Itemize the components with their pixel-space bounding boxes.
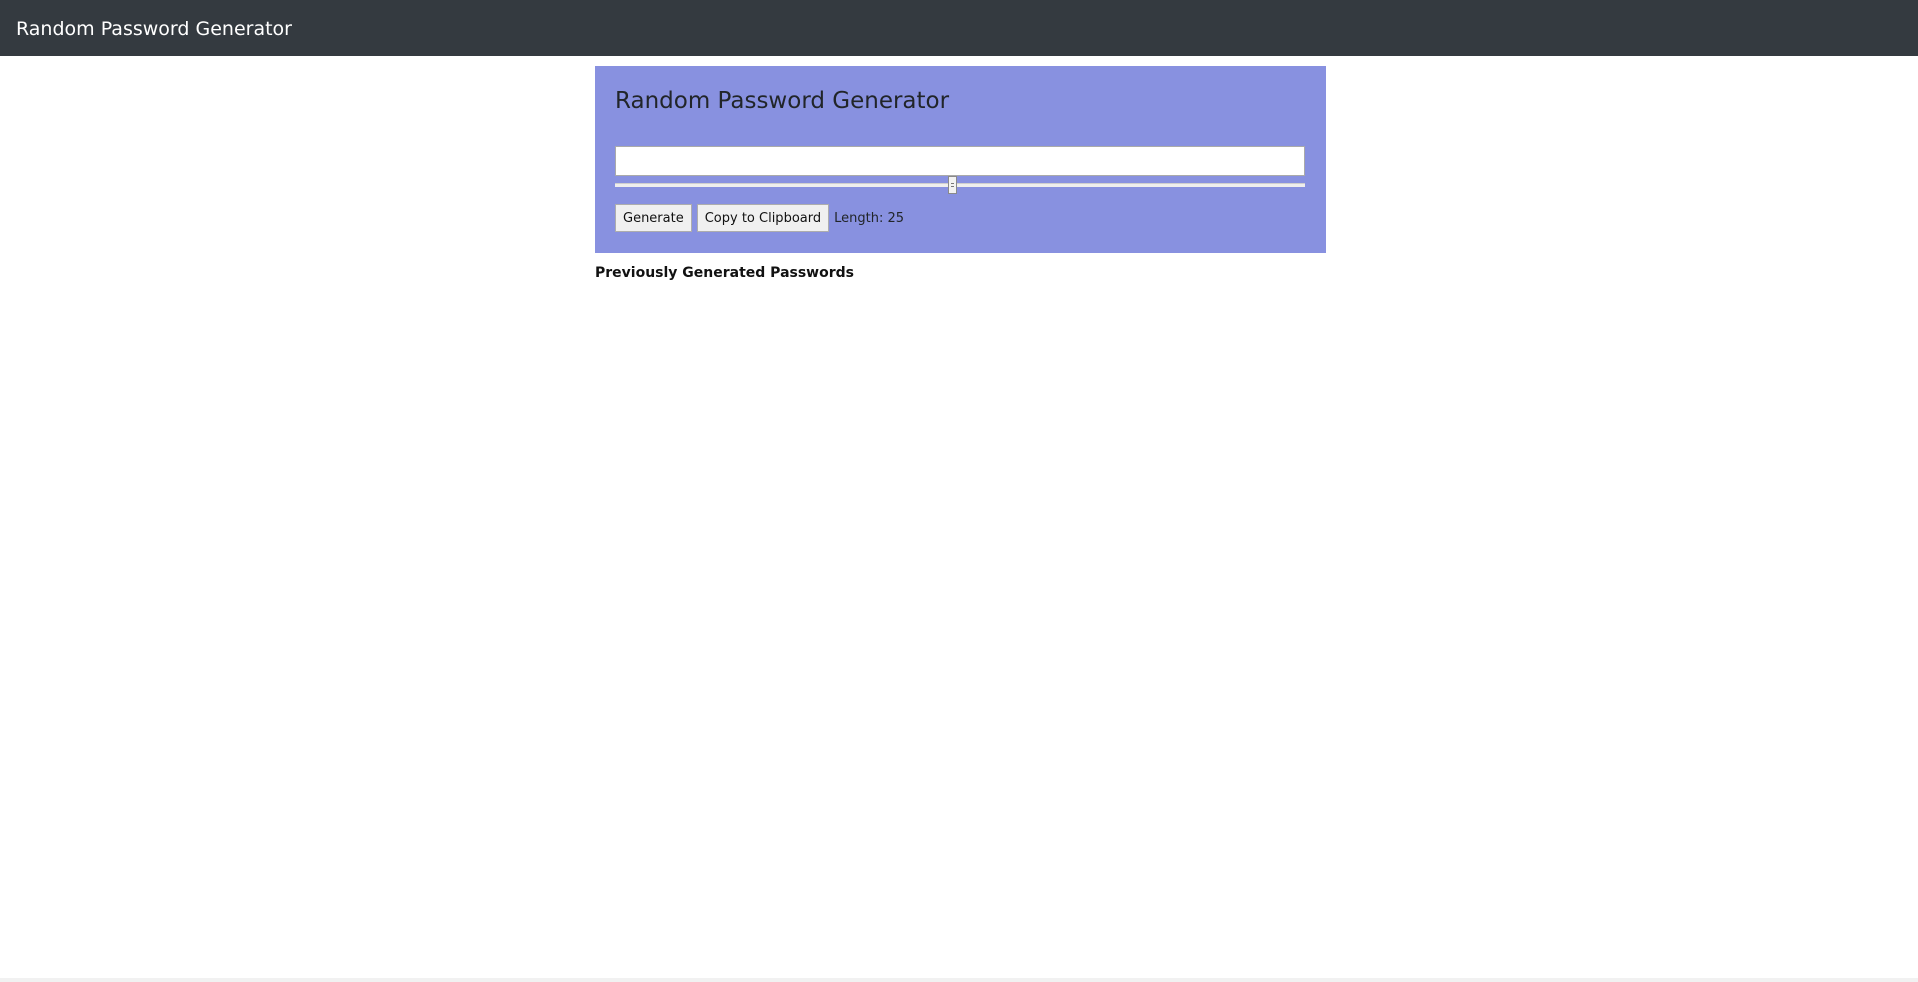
- password-output-field[interactable]: [615, 146, 1305, 176]
- navbar: Random Password Generator: [0, 0, 1918, 56]
- length-slider-thumb[interactable]: [947, 176, 957, 194]
- history-heading: Previously Generated Passwords: [595, 265, 854, 281]
- length-readout: Length: 25: [834, 210, 905, 226]
- page-bottom-divider: [0, 978, 1918, 982]
- panel-title: Random Password Generator: [615, 88, 950, 114]
- generate-button[interactable]: Generate: [615, 204, 692, 232]
- length-slider-track[interactable]: [615, 183, 1305, 187]
- generator-panel: Random Password Generator Generate Copy …: [595, 66, 1326, 253]
- navbar-title: Random Password Generator: [16, 18, 292, 40]
- action-row: Generate Copy to Clipboard Length: 25: [615, 204, 904, 232]
- copy-to-clipboard-button[interactable]: Copy to Clipboard: [696, 204, 830, 232]
